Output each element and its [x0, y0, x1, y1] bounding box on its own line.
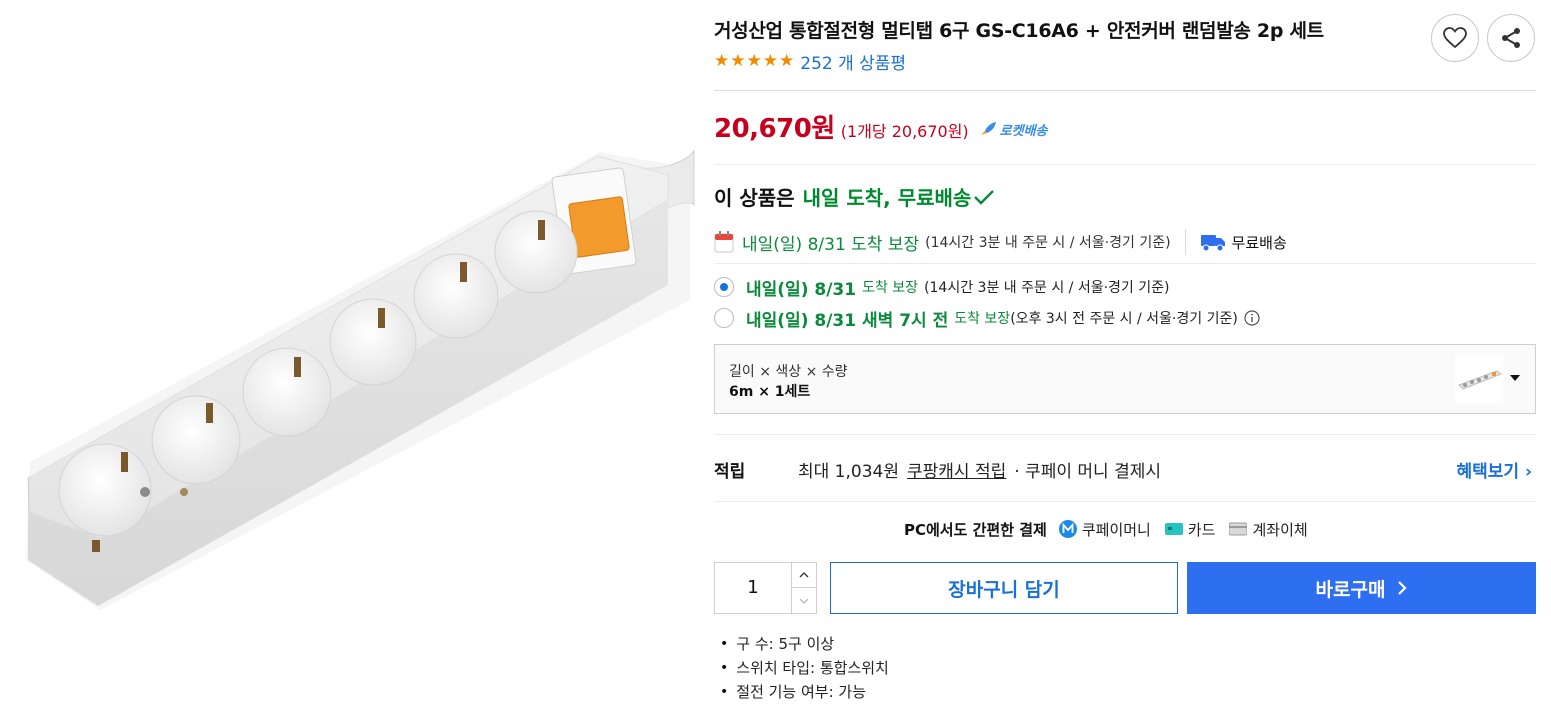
share-button[interactable] [1487, 14, 1535, 62]
payment-method-coupay: 쿠페이머니 [1058, 519, 1151, 540]
radio-selected[interactable] [714, 277, 734, 297]
divider [714, 434, 1536, 435]
review-count-link[interactable]: 252 개 상품평 [800, 49, 906, 74]
card-icon [1164, 523, 1183, 535]
delivery-option-note: (오후 3시 전 주문 시 / 서울·경기 기준) [1010, 311, 1238, 327]
star-icon: ★ [730, 50, 746, 71]
star-icon: ★ [762, 50, 778, 71]
chevron-right-icon [1398, 581, 1408, 595]
free-shipping-label: 무료배송 [1231, 233, 1287, 252]
delivery-headline-prefix: 이 상품은 [714, 186, 795, 210]
delivery-headline-green: 내일 도착, 무료배송 [802, 186, 972, 210]
quantity-increase-button[interactable] [791, 563, 816, 588]
bank-transfer-icon [1229, 522, 1248, 536]
quantity-stepper[interactable]: 1 [714, 562, 817, 614]
price-row: 20,670원 (1개당 20,670원) 로켓배송 [714, 108, 1048, 145]
payment-method-label: 계좌이체 [1252, 520, 1308, 539]
radio-unselected[interactable] [714, 308, 734, 328]
unit-price: (1개당 20,670원) [840, 122, 969, 141]
delivery-option-main: 내일(일) 8/31 새벽 7시 전 [746, 310, 949, 331]
power-strip-illustration [26, 149, 695, 610]
chevron-down-icon[interactable] [1510, 375, 1520, 381]
coupang-cash-link[interactable]: 쿠팡캐시 적립 [907, 457, 1006, 482]
reward-label: 적립 [714, 461, 746, 482]
rocket-delivery-badge: 로켓배송 [979, 120, 1048, 139]
wishlist-button[interactable] [1431, 14, 1479, 62]
separator [1184, 229, 1186, 255]
product-info-panel: 거성산업 통합절전형 멀티탭 6구 GS-C16A6 + 안전커버 랜덤발송 2… [714, 0, 1536, 701]
buy-now-button[interactable]: 바로구매 [1187, 562, 1536, 614]
payment-method-label: 카드 [1187, 520, 1216, 539]
delivery-option-note: (14시간 3분 내 주문 시 / 서울·경기 기준) [924, 280, 1170, 296]
delivery-option-sub: 도착 보장 [954, 311, 1011, 327]
rocket-delivery-label: 로켓배송 [999, 123, 1048, 139]
buy-now-label: 바로구매 [1315, 578, 1386, 601]
spec-item: 구 수: 5구 이상 [720, 632, 889, 656]
chevron-down-icon [799, 598, 809, 604]
delivery-headline: 이 상품은 내일 도착, 무료배송 [714, 182, 995, 211]
coupay-money-icon [1058, 520, 1077, 538]
reward-amount: 최대 1,034원 [798, 461, 899, 482]
divider [714, 90, 1536, 91]
spec-item: 스위치 타입: 통합스위치 [720, 656, 889, 680]
quantity-decrease-button[interactable] [791, 588, 816, 613]
rating-stars: ★ ★ ★ ★ ★ [714, 50, 795, 71]
divider [714, 501, 1536, 502]
star-icon: ★ [779, 50, 795, 71]
power-strip-thumbnail-icon [1458, 370, 1503, 390]
reward-condition: · 쿠페이 머니 결제시 [1014, 461, 1161, 482]
calendar-icon [714, 231, 734, 253]
share-icon [1502, 28, 1520, 48]
divider [714, 164, 1536, 165]
star-icon: ★ [746, 50, 762, 71]
option-thumbnail [1455, 355, 1503, 403]
truck-icon [1200, 235, 1225, 252]
chevron-up-icon [799, 572, 809, 578]
product-title: 거성산업 통합절전형 멀티탭 6구 GS-C16A6 + 안전커버 랜덤발송 2… [714, 20, 1324, 42]
option-select-value: 6m × 1세트 [729, 384, 811, 400]
add-to-cart-button[interactable]: 장바구니 담기 [830, 562, 1178, 614]
spec-item: 절전 기능 여부: 가능 [720, 680, 889, 704]
option-select-label: 길이 × 색상 × 수량 [729, 364, 848, 380]
payment-method-label: 쿠페이머니 [1081, 520, 1151, 539]
payment-method-transfer: 계좌이체 [1229, 519, 1308, 540]
delivery-option-dawn[interactable]: 내일(일) 8/31 새벽 7시 전 도착 보장 (오후 3시 전 주문 시 /… [714, 305, 1260, 331]
easy-payment-row: PC에서도 간편한 결제 쿠페이머니 카드 계좌이체 [904, 518, 1322, 540]
option-select[interactable]: 길이 × 색상 × 수량 6m × 1세트 [714, 344, 1536, 414]
product-image[interactable] [0, 0, 700, 696]
delivery-guarantee-text: 내일(일) 8/31 도착 보장 [742, 234, 920, 255]
info-icon[interactable] [1244, 310, 1260, 326]
easy-payment-title: PC에서도 간편한 결제 [904, 520, 1047, 539]
star-icon: ★ [714, 50, 730, 71]
delivery-guarantee-note: (14시간 3분 내 주문 시 / 서울·경기 기준) [925, 235, 1171, 251]
check-icon [974, 189, 995, 205]
reward-row: 적립 최대 1,034원 쿠팡캐시 적립 · 쿠페이 머니 결제시 혜택보기 › [714, 456, 1536, 482]
quantity-input[interactable]: 1 [715, 563, 791, 613]
delivery-option-standard[interactable]: 내일(일) 8/31 도착 보장 (14시간 3분 내 주문 시 / 서울·경기… [714, 274, 1169, 300]
benefit-link-label: 혜택보기 [1456, 461, 1520, 482]
delivery-option-main: 내일(일) 8/31 [746, 279, 857, 300]
heart-icon [1443, 27, 1467, 49]
delivery-guarantee-row: 내일(일) 8/31 도착 보장 (14시간 3분 내 주문 시 / 서울·경기… [714, 229, 1287, 255]
price-amount: 20,670원 [714, 114, 835, 144]
chevron-right-icon: › [1524, 461, 1532, 482]
delivery-option-sub: 도착 보장 [862, 280, 919, 296]
benefit-link[interactable]: 혜택보기 › [1457, 457, 1533, 482]
rocket-icon [980, 122, 996, 135]
spec-list: 구 수: 5구 이상 스위치 타입: 통합스위치 절전 기능 여부: 가능 [720, 632, 889, 704]
rating-row: ★ ★ ★ ★ ★ 252 개 상품평 [714, 49, 906, 74]
divider [714, 263, 1536, 264]
payment-method-card: 카드 [1164, 519, 1216, 540]
